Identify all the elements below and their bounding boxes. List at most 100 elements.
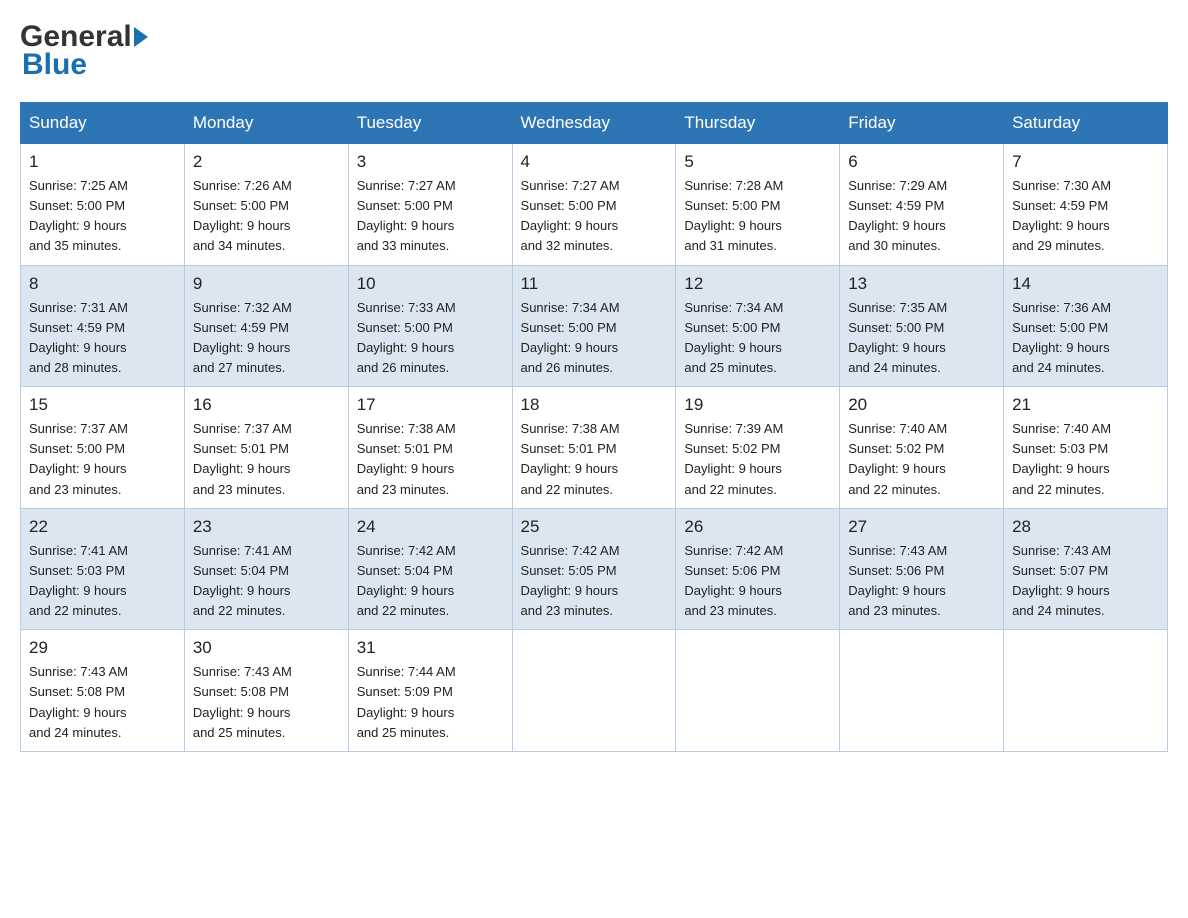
day-number: 3 [357, 152, 504, 172]
week-row-1: 1 Sunrise: 7:25 AMSunset: 5:00 PMDaylight… [21, 144, 1168, 266]
day-info: Sunrise: 7:27 AMSunset: 5:00 PMDaylight:… [521, 176, 668, 257]
header-friday: Friday [840, 103, 1004, 144]
day-info: Sunrise: 7:37 AMSunset: 5:01 PMDaylight:… [193, 419, 340, 500]
calendar-cell: 27Sunrise: 7:43 AMSunset: 5:06 PMDayligh… [840, 508, 1004, 630]
header-row: SundayMondayTuesdayWednesdayThursdayFrid… [21, 103, 1168, 144]
calendar-cell: 30 Sunrise: 7:43 AMSunset: 5:08 PMDayligh… [184, 630, 348, 752]
day-number: 12 [684, 274, 831, 294]
calendar-cell: 9 Sunrise: 7:32 AMSunset: 4:59 PMDaylight… [184, 265, 348, 387]
calendar-cell [676, 630, 840, 752]
day-info: Sunrise: 7:43 AMSunset: 5:07 PMDaylight:… [1012, 541, 1159, 622]
day-number: 30 [193, 638, 340, 658]
day-number: 10 [357, 274, 504, 294]
calendar-table: SundayMondayTuesdayWednesdayThursdayFrid… [20, 102, 1168, 752]
day-number: 19 [684, 395, 831, 415]
day-info: Sunrise: 7:44 AMSunset: 5:09 PMDaylight:… [357, 662, 504, 743]
calendar-cell: 18 Sunrise: 7:38 AMSunset: 5:01 PMDayligh… [512, 387, 676, 509]
day-number: 31 [357, 638, 504, 658]
day-number: 20 [848, 395, 995, 415]
day-number: 5 [684, 152, 831, 172]
day-info: Sunrise: 7:43 AMSunset: 5:08 PMDaylight:… [29, 662, 176, 743]
day-info: Sunrise: 7:36 AMSunset: 5:00 PMDaylight:… [1012, 298, 1159, 379]
day-number: 11 [521, 274, 668, 294]
calendar-cell [1004, 630, 1168, 752]
calendar-cell: 16 Sunrise: 7:37 AMSunset: 5:01 PMDayligh… [184, 387, 348, 509]
day-number: 17 [357, 395, 504, 415]
day-info: Sunrise: 7:38 AMSunset: 5:01 PMDaylight:… [521, 419, 668, 500]
calendar-cell: 11 Sunrise: 7:34 AMSunset: 5:00 PMDayligh… [512, 265, 676, 387]
calendar-cell: 1 Sunrise: 7:25 AMSunset: 5:00 PMDaylight… [21, 144, 185, 266]
calendar-cell: 15 Sunrise: 7:37 AMSunset: 5:00 PMDayligh… [21, 387, 185, 509]
calendar-cell: 29 Sunrise: 7:43 AMSunset: 5:08 PMDayligh… [21, 630, 185, 752]
calendar-cell: 3Sunrise: 7:27 AMSunset: 5:00 PMDaylight… [348, 144, 512, 266]
week-row-3: 15 Sunrise: 7:37 AMSunset: 5:00 PMDayligh… [21, 387, 1168, 509]
page-header: General Blue [20, 20, 1168, 82]
calendar-cell: 5 Sunrise: 7:28 AMSunset: 5:00 PMDaylight… [676, 144, 840, 266]
day-number: 18 [521, 395, 668, 415]
day-info: Sunrise: 7:38 AMSunset: 5:01 PMDaylight:… [357, 419, 504, 500]
day-info: Sunrise: 7:31 AMSunset: 4:59 PMDaylight:… [29, 298, 176, 379]
day-info: Sunrise: 7:41 AMSunset: 5:03 PMDaylight:… [29, 541, 176, 622]
header-wednesday: Wednesday [512, 103, 676, 144]
header-monday: Monday [184, 103, 348, 144]
day-info: Sunrise: 7:42 AMSunset: 5:06 PMDaylight:… [684, 541, 831, 622]
day-number: 15 [29, 395, 176, 415]
day-number: 21 [1012, 395, 1159, 415]
day-info: Sunrise: 7:25 AMSunset: 5:00 PMDaylight:… [29, 176, 176, 257]
header-thursday: Thursday [676, 103, 840, 144]
day-info: Sunrise: 7:43 AMSunset: 5:08 PMDaylight:… [193, 662, 340, 743]
calendar-cell: 28 Sunrise: 7:43 AMSunset: 5:07 PMDayligh… [1004, 508, 1168, 630]
calendar-cell: 10 Sunrise: 7:33 AMSunset: 5:00 PMDayligh… [348, 265, 512, 387]
calendar-cell [512, 630, 676, 752]
calendar-cell: 23Sunrise: 7:41 AMSunset: 5:04 PMDayligh… [184, 508, 348, 630]
day-info: Sunrise: 7:26 AMSunset: 5:00 PMDaylight:… [193, 176, 340, 257]
day-info: Sunrise: 7:40 AMSunset: 5:03 PMDaylight:… [1012, 419, 1159, 500]
day-info: Sunrise: 7:29 AMSunset: 4:59 PMDaylight:… [848, 176, 995, 257]
calendar-cell: 22Sunrise: 7:41 AMSunset: 5:03 PMDayligh… [21, 508, 185, 630]
logo: General Blue [20, 20, 150, 82]
day-number: 2 [193, 152, 340, 172]
calendar-cell: 25 Sunrise: 7:42 AMSunset: 5:05 PMDayligh… [512, 508, 676, 630]
day-info: Sunrise: 7:28 AMSunset: 5:00 PMDaylight:… [684, 176, 831, 257]
calendar-cell: 7Sunrise: 7:30 AMSunset: 4:59 PMDaylight… [1004, 144, 1168, 266]
calendar-cell: 24 Sunrise: 7:42 AMSunset: 5:04 PMDayligh… [348, 508, 512, 630]
day-number: 28 [1012, 517, 1159, 537]
day-number: 9 [193, 274, 340, 294]
week-row-4: 22Sunrise: 7:41 AMSunset: 5:03 PMDayligh… [21, 508, 1168, 630]
day-number: 26 [684, 517, 831, 537]
day-info: Sunrise: 7:42 AMSunset: 5:05 PMDaylight:… [521, 541, 668, 622]
day-number: 6 [848, 152, 995, 172]
day-info: Sunrise: 7:39 AMSunset: 5:02 PMDaylight:… [684, 419, 831, 500]
week-row-5: 29 Sunrise: 7:43 AMSunset: 5:08 PMDayligh… [21, 630, 1168, 752]
calendar-cell: 13Sunrise: 7:35 AMSunset: 5:00 PMDayligh… [840, 265, 1004, 387]
day-info: Sunrise: 7:32 AMSunset: 4:59 PMDaylight:… [193, 298, 340, 379]
day-info: Sunrise: 7:33 AMSunset: 5:00 PMDaylight:… [357, 298, 504, 379]
calendar-cell: 31 Sunrise: 7:44 AMSunset: 5:09 PMDayligh… [348, 630, 512, 752]
day-info: Sunrise: 7:30 AMSunset: 4:59 PMDaylight:… [1012, 176, 1159, 257]
day-number: 1 [29, 152, 176, 172]
header-sunday: Sunday [21, 103, 185, 144]
day-number: 8 [29, 274, 176, 294]
day-info: Sunrise: 7:37 AMSunset: 5:00 PMDaylight:… [29, 419, 176, 500]
calendar-cell: 6 Sunrise: 7:29 AMSunset: 4:59 PMDaylight… [840, 144, 1004, 266]
calendar-cell [840, 630, 1004, 752]
day-number: 16 [193, 395, 340, 415]
header-saturday: Saturday [1004, 103, 1168, 144]
calendar-cell: 26 Sunrise: 7:42 AMSunset: 5:06 PMDayligh… [676, 508, 840, 630]
day-info: Sunrise: 7:34 AMSunset: 5:00 PMDaylight:… [684, 298, 831, 379]
calendar-cell: 20Sunrise: 7:40 AMSunset: 5:02 PMDayligh… [840, 387, 1004, 509]
calendar-cell: 12 Sunrise: 7:34 AMSunset: 5:00 PMDayligh… [676, 265, 840, 387]
day-number: 25 [521, 517, 668, 537]
calendar-cell: 14 Sunrise: 7:36 AMSunset: 5:00 PMDayligh… [1004, 265, 1168, 387]
day-number: 23 [193, 517, 340, 537]
calendar-cell: 21 Sunrise: 7:40 AMSunset: 5:03 PMDayligh… [1004, 387, 1168, 509]
day-number: 4 [521, 152, 668, 172]
day-info: Sunrise: 7:43 AMSunset: 5:06 PMDaylight:… [848, 541, 995, 622]
calendar-cell: 17 Sunrise: 7:38 AMSunset: 5:01 PMDayligh… [348, 387, 512, 509]
day-number: 29 [29, 638, 176, 658]
logo-blue-text: Blue [22, 48, 150, 82]
day-number: 14 [1012, 274, 1159, 294]
day-info: Sunrise: 7:34 AMSunset: 5:00 PMDaylight:… [521, 298, 668, 379]
day-number: 24 [357, 517, 504, 537]
day-info: Sunrise: 7:42 AMSunset: 5:04 PMDaylight:… [357, 541, 504, 622]
